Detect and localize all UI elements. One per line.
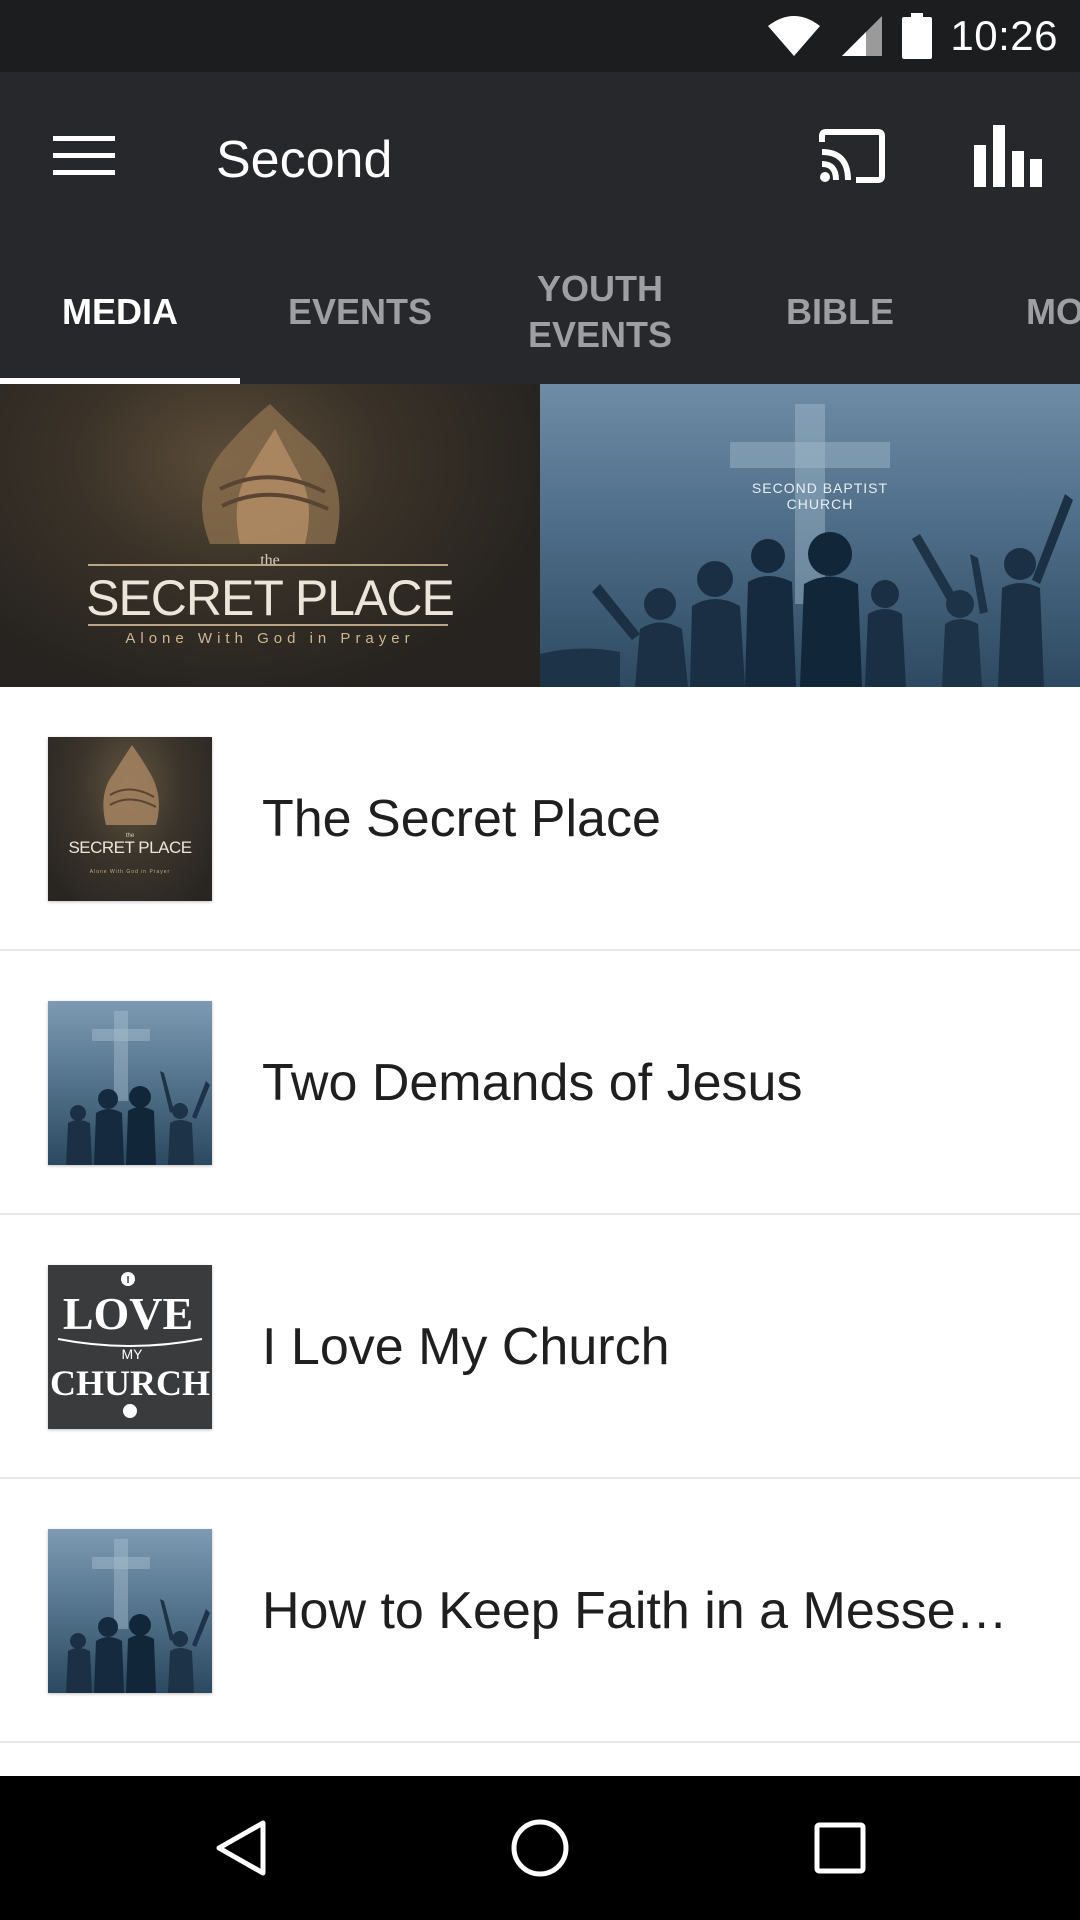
thumb-subtitle: Alone With God in Prayer <box>89 869 171 875</box>
recents-button[interactable] <box>780 1800 900 1896</box>
status-time: 10:26 <box>950 12 1058 59</box>
list-item[interactable]: Two Demands of Jesus <box>0 951 1080 1215</box>
hero-banner: the SECRET PLACE Alone With God in Praye… <box>0 384 1080 687</box>
list-item[interactable]: How to Keep Faith in a Messe… <box>0 1479 1080 1743</box>
media-title: The Secret Place <box>262 790 661 848</box>
wifi-icon <box>768 16 821 56</box>
back-button[interactable] <box>180 1800 300 1896</box>
bar-chart-icon <box>974 125 1042 187</box>
tab-bar: MEDIA EVENTS YOUTH EVENTS BIBLE MO <box>0 240 1080 384</box>
thumb-text-i: I <box>127 1275 130 1286</box>
cast-icon <box>819 129 885 183</box>
worship-silhouettes-image <box>66 1539 210 1693</box>
status-bar: 10:26 <box>0 0 1080 72</box>
thumb-text-love: LOVE <box>63 1288 193 1339</box>
back-icon <box>216 1820 266 1876</box>
i-love-my-church-thumbnail: I LOVE MY CHURCH <box>48 1265 212 1429</box>
worship-silhouette-thumbnail <box>48 1529 212 1693</box>
app-bar: Second MEDIA EVENTS YOUTH EVENTS BIBLE M… <box>0 72 1080 384</box>
status-icons: 10:26 <box>766 0 1058 72</box>
tab-bible[interactable]: BIBLE <box>720 240 960 384</box>
praying-hands-image <box>103 745 159 825</box>
cast-button[interactable] <box>804 116 900 196</box>
hero-subtitle: Alone With God in Prayer <box>125 630 415 647</box>
battery-icon <box>902 13 933 59</box>
praying-hands-image <box>202 404 340 544</box>
secret-place-thumbnail: the SECRET PLACE Alone With God in Praye… <box>48 737 212 901</box>
tab-youth-events[interactable]: YOUTH EVENTS <box>480 240 720 384</box>
thumb-title: SECRET PLACE <box>68 838 192 857</box>
thumb-text-church: CHURCH <box>50 1363 210 1403</box>
system-nav-bar <box>0 1776 1080 1920</box>
home-button[interactable] <box>480 1800 600 1896</box>
app-title: Second <box>216 131 393 189</box>
media-title: Two Demands of Jesus <box>262 1054 803 1112</box>
secret-place-banner[interactable]: the SECRET PLACE Alone With God in Praye… <box>0 384 540 687</box>
media-title: I Love My Church <box>262 1318 670 1376</box>
tab-media[interactable]: MEDIA <box>0 240 240 384</box>
worship-silhouettes-image <box>66 1011 210 1165</box>
home-icon <box>511 1819 569 1877</box>
list-item[interactable]: the SECRET PLACE Alone With God in Praye… <box>0 687 1080 951</box>
stats-button[interactable] <box>960 116 1056 196</box>
hero-rule-bottom <box>88 624 448 626</box>
i-love-my-church-logo: I LOVE MY CHURCH <box>50 1272 210 1418</box>
worship-banner[interactable]: SECOND BAPTIST CHURCH <box>540 384 1080 687</box>
recents-icon <box>814 1822 866 1874</box>
worship-silhouettes-image <box>540 494 1073 687</box>
cell-signal-icon <box>842 16 883 56</box>
media-list: the SECRET PLACE Alone With God in Praye… <box>0 687 1080 1743</box>
thumb-text-my: MY <box>122 1346 144 1362</box>
hamburger-menu-icon <box>53 136 115 175</box>
hero-title-small: the <box>260 552 280 569</box>
hero-rule-top <box>88 564 448 566</box>
hero-title: SECRET PLACE <box>86 570 455 626</box>
tab-events[interactable]: EVENTS <box>240 240 480 384</box>
menu-button[interactable] <box>36 108 132 204</box>
media-title: How to Keep Faith in a Messe… <box>262 1582 1008 1640</box>
list-item[interactable]: I LOVE MY CHURCH I Love My Church <box>0 1215 1080 1479</box>
tab-more[interactable]: MO <box>960 240 1080 384</box>
worship-silhouette-thumbnail <box>48 1001 212 1165</box>
